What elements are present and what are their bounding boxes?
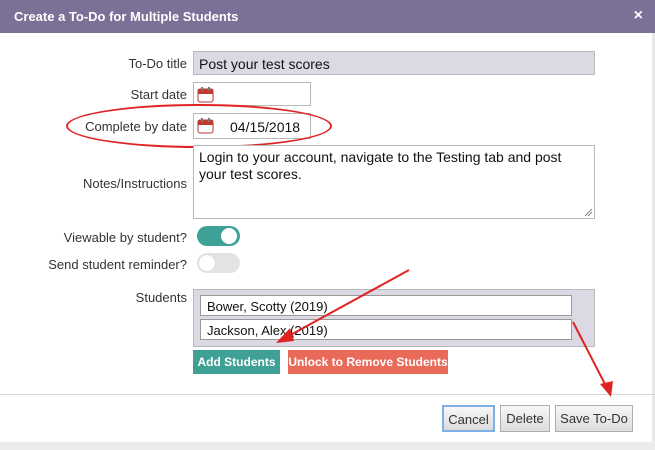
viewable-toggle[interactable] <box>197 226 240 246</box>
calendar-icon[interactable] <box>197 86 214 103</box>
reminder-toggle[interactable] <box>197 253 240 273</box>
cancel-button[interactable]: Cancel <box>442 405 495 432</box>
footer-divider <box>0 394 655 395</box>
dialog-titlebar: Create a To-Do for Multiple Students × <box>0 0 655 33</box>
annotation-ellipse <box>66 104 332 148</box>
students-list: Bower, Scotty (2019) Jackson, Alex (2019… <box>193 289 595 347</box>
dialog-title: Create a To-Do for Multiple Students <box>14 9 239 24</box>
background-strip <box>0 442 655 450</box>
delete-button[interactable]: Delete <box>500 405 550 432</box>
students-label: Students <box>135 290 187 305</box>
student-item[interactable]: Jackson, Alex (2019) <box>200 319 572 340</box>
start-date-label: Start date <box>130 87 187 102</box>
student-item[interactable]: Bower, Scotty (2019) <box>200 295 572 316</box>
notes-label: Notes/Instructions <box>82 176 187 191</box>
viewable-label: Viewable by student? <box>63 230 187 245</box>
notes-textarea[interactable]: Login to your account, navigate to the T… <box>193 145 595 219</box>
add-students-button[interactable]: Add Students <box>193 350 280 374</box>
toggle-knob <box>221 228 237 244</box>
resize-handle-icon[interactable] <box>584 208 593 217</box>
todo-title-input[interactable]: Post your test scores <box>193 51 595 75</box>
unlock-remove-students-button[interactable]: Unlock to Remove Students <box>288 350 448 374</box>
toggle-knob <box>199 255 215 271</box>
close-icon[interactable]: × <box>634 7 643 25</box>
save-todo-button[interactable]: Save To-Do <box>555 405 633 432</box>
todo-title-label: To-Do title <box>128 56 187 71</box>
start-date-input[interactable] <box>193 82 311 106</box>
reminder-label: Send student reminder? <box>48 257 187 272</box>
